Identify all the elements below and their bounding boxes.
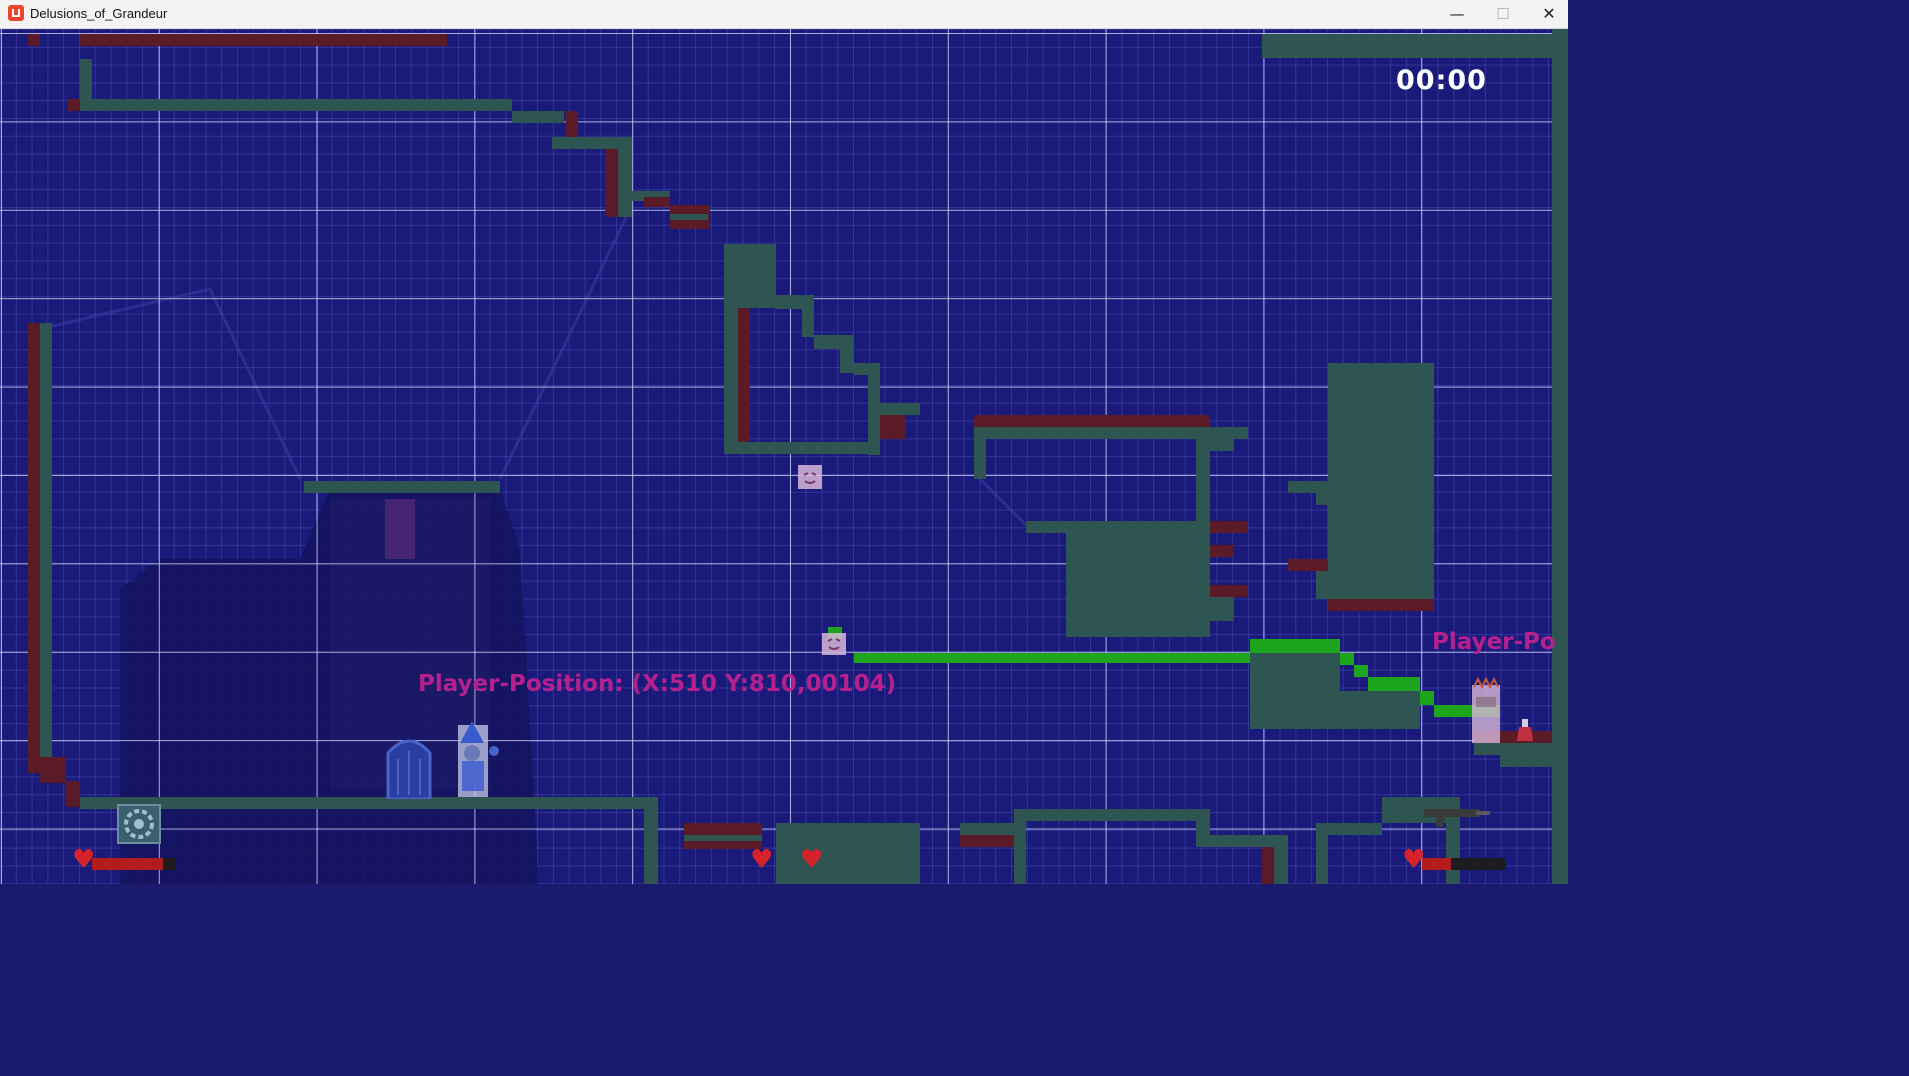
brick-wall (605, 149, 618, 217)
right-wall (1552, 29, 1568, 884)
platform (670, 214, 708, 220)
platform-wall (1196, 439, 1210, 521)
laser-beam (1368, 677, 1420, 691)
window-titlebar[interactable]: Delusions_of_Grandeur — ☐ ✕ (0, 0, 1568, 29)
platform (1210, 439, 1234, 451)
platform (1210, 427, 1248, 439)
floating-ghost-enemy (798, 465, 822, 489)
platform (1288, 481, 1328, 493)
platform-wall (724, 308, 738, 454)
platform (1196, 821, 1210, 835)
player-one-health-fill (92, 858, 164, 870)
platform (880, 403, 920, 415)
player-one-wizard (458, 721, 499, 797)
laser-turret-enemy (822, 633, 846, 655)
player-one-health-bar (92, 858, 176, 870)
player-position-readout: Player-Position: (X:510 Y:810,00104) (418, 671, 897, 697)
platform (738, 442, 880, 454)
brick-ledge (1328, 599, 1434, 611)
floor (80, 797, 658, 809)
platform-block (1066, 521, 1210, 637)
close-button[interactable]: ✕ (1526, 2, 1572, 26)
left-wall (40, 323, 52, 769)
dungeon-door (386, 739, 432, 799)
brick-block (1288, 559, 1328, 571)
brick-ledge (684, 823, 762, 835)
platform-wall (1274, 847, 1288, 884)
app-icon (8, 5, 24, 21)
gun-icon[interactable] (1420, 801, 1492, 827)
brick-block (66, 781, 80, 807)
platform-block (1250, 653, 1340, 691)
minimize-button[interactable]: — (1434, 2, 1480, 26)
game-timer: 00:00 (1396, 65, 1487, 96)
platform-wall (618, 137, 632, 217)
platform-wall (974, 439, 986, 479)
brick-block (880, 415, 906, 439)
laser-beam (1250, 639, 1340, 653)
platform-block (776, 823, 920, 884)
platform (814, 335, 854, 349)
platform (960, 823, 1014, 835)
platform (1262, 34, 1552, 58)
heart-icon: ♥ (750, 845, 774, 875)
platform-block (724, 244, 776, 308)
brick-wall (1262, 847, 1274, 884)
platform (974, 427, 1210, 439)
brick-block (40, 757, 66, 783)
platform-wall (1316, 835, 1328, 884)
brick-block (1210, 545, 1234, 557)
player-two-character (1472, 677, 1500, 743)
game-viewport[interactable]: 00:00 Player-Position: (X:510 Y:810,0010… (0, 29, 1568, 884)
platform-wall (1446, 823, 1460, 884)
brick-wall (738, 308, 750, 442)
platform (1500, 755, 1552, 767)
platform (1014, 809, 1210, 821)
platform (1316, 823, 1382, 835)
platform (776, 295, 814, 309)
player-two-health-bar (1422, 858, 1506, 870)
brick-ledge (80, 34, 447, 46)
platform (802, 309, 814, 337)
platform (552, 137, 618, 149)
brick-wall (28, 323, 40, 773)
platform (1210, 597, 1234, 621)
brick-ledge (960, 835, 1014, 847)
window-title: Delusions_of_Grandeur (30, 6, 168, 21)
platform (1316, 571, 1328, 599)
potion-icon[interactable] (1516, 719, 1534, 743)
platform (854, 363, 880, 375)
brick-ledge (974, 415, 1210, 427)
player-two-position-readout: Player-Po (1432, 629, 1556, 655)
laser-beam (1354, 665, 1368, 677)
platform (304, 481, 500, 493)
brick-block (1210, 521, 1248, 533)
player-two-health-fill (1422, 858, 1452, 870)
gear-icon[interactable] (116, 803, 162, 845)
platform (1316, 493, 1328, 505)
brick-block (644, 197, 670, 207)
laser-beam (1340, 653, 1354, 665)
floor-wall (644, 809, 658, 884)
platform (80, 99, 512, 111)
platform (512, 111, 564, 123)
brick-block (566, 111, 578, 137)
maximize-button[interactable]: ☐ (1480, 2, 1526, 26)
platform-wall (1014, 821, 1026, 884)
brick-block (68, 99, 80, 111)
platform-block (1328, 363, 1434, 599)
platform (840, 349, 854, 373)
brick-block (1210, 585, 1248, 597)
laser-beam (1420, 691, 1434, 705)
platform-block (1250, 691, 1420, 729)
brick-block (28, 34, 40, 46)
platform (1196, 835, 1288, 847)
laser-beam (854, 653, 1250, 663)
heart-icon: ♥ (800, 845, 824, 875)
